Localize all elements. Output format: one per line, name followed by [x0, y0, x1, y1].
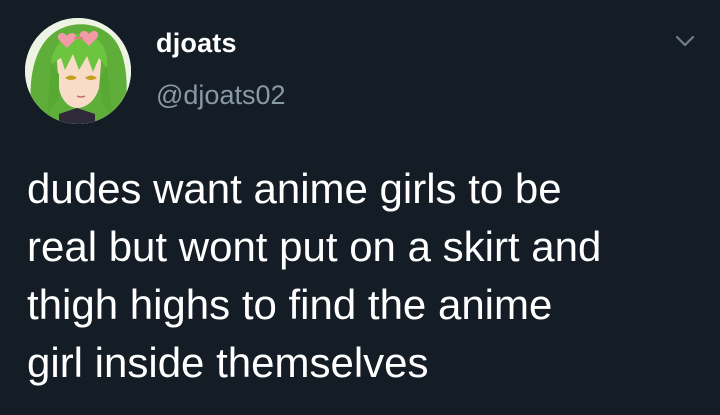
chevron-down-icon[interactable]	[672, 30, 698, 52]
display-name[interactable]: djoats	[156, 28, 237, 59]
tweet-text: dudes want anime girls to be real but wo…	[27, 160, 707, 392]
anime-girl-avatar-icon	[25, 18, 131, 124]
tweet-text-line: dudes want anime girls to be	[27, 165, 562, 212]
avatar[interactable]	[25, 18, 131, 124]
tweet-card: djoats @djoats02 dudes want anime girls …	[0, 0, 720, 415]
tweet-text-line: girl inside themselves	[27, 339, 429, 386]
tweet-text-line: thigh highs to find the anime	[27, 281, 553, 328]
tweet-text-line: real but wont put on a skirt and	[27, 223, 602, 270]
user-handle[interactable]: @djoats02	[156, 80, 286, 111]
